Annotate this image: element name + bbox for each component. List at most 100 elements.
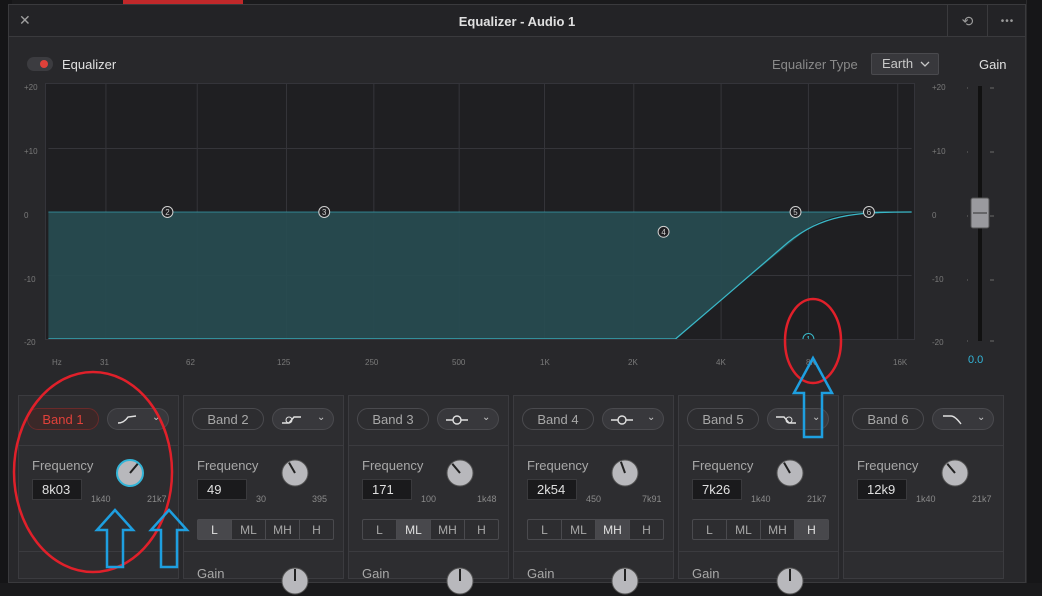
reset-button[interactable]: ⟲ (947, 5, 987, 37)
range-option-ml[interactable]: ML (232, 520, 266, 539)
range-option-h[interactable]: H (300, 520, 333, 539)
frequency-min-label: 30 (256, 494, 267, 504)
gain-knob[interactable] (610, 566, 640, 596)
y-axis-label-left: 0 (24, 211, 29, 220)
gain-fader[interactable] (967, 86, 994, 342)
chevron-down-icon: ⌄ (482, 412, 491, 423)
band-shape-select[interactable]: ⌄ (602, 408, 664, 430)
reset-icon: ⟲ (961, 12, 974, 29)
gain-knob[interactable] (280, 566, 310, 596)
band-range-selector[interactable]: L ML MH H (362, 519, 499, 540)
x-axis-label: 4K (716, 358, 726, 367)
eq-node-2[interactable]: 2 (161, 206, 174, 218)
range-option-mh[interactable]: MH (431, 520, 465, 539)
frequency-knob[interactable] (115, 458, 145, 488)
range-option-ml[interactable]: ML (397, 520, 431, 539)
frequency-input[interactable]: 8k03 (32, 479, 82, 500)
eq-graph[interactable]: 1 2 3 4 5 6 (45, 83, 915, 340)
chevron-down-icon: ⌄ (317, 412, 326, 423)
range-option-l[interactable]: L (528, 520, 562, 539)
window-title: Equalizer - Audio 1 (458, 14, 576, 29)
x-axis-label: 500 (452, 358, 466, 367)
range-option-h[interactable]: H (630, 520, 663, 539)
band-toggle-button[interactable]: Band 2 (192, 408, 264, 430)
band-header: Band 3 ⌄ (349, 396, 508, 446)
band-toggle-button[interactable]: Band 6 (852, 408, 924, 430)
gain-knob[interactable] (775, 566, 805, 596)
filter-shape-icon (282, 416, 301, 424)
frequency-knob[interactable] (445, 458, 475, 488)
y-axis-label-left: -20 (24, 338, 36, 347)
eq-node-5[interactable]: 5 (789, 206, 802, 218)
band-shape-select[interactable]: ⌄ (932, 408, 994, 430)
range-option-mh[interactable]: MH (761, 520, 795, 539)
range-option-mh[interactable]: MH (596, 520, 630, 539)
band-shape-select[interactable]: ⌄ (437, 408, 499, 430)
range-option-ml[interactable]: ML (727, 520, 761, 539)
band-shape-select[interactable]: ⌄ (272, 408, 334, 430)
frequency-input[interactable]: 49 (197, 479, 247, 500)
band-toggle-button[interactable]: Band 5 (687, 408, 759, 430)
equalizer-type-value: Earth (882, 56, 914, 71)
bands-panel: Band 1 ⌄ Frequency 8k03 1k40 21k7 Band 2 (18, 395, 1014, 595)
range-option-l[interactable]: L (693, 520, 727, 539)
band-range-selector[interactable]: L ML MH H (527, 519, 664, 540)
y-axis-label-right: +10 (932, 147, 946, 156)
filter-shape-icon (943, 415, 962, 425)
band-shape-select[interactable]: ⌄ (767, 408, 829, 430)
frequency-max-label: 21k7 (147, 494, 167, 504)
frequency-knob[interactable] (775, 458, 805, 488)
equalizer-toggle[interactable] (27, 57, 53, 71)
frequency-input[interactable]: 12k9 (857, 479, 907, 500)
gain-value: 0.0 (968, 354, 984, 366)
band-panel-5: Band 5 ⌄ Frequency 7k26 1k40 21k7 L ML MH H… (678, 395, 839, 595)
title-bar: ✕ Equalizer - Audio 1 ⟲ ••• (9, 5, 1025, 37)
gain-label: Gain (527, 566, 555, 581)
band-divider (844, 551, 1003, 552)
eq-node-3[interactable]: 3 (318, 206, 331, 218)
frequency-knob[interactable] (280, 458, 310, 488)
eq-node-label: 5 (793, 208, 798, 217)
y-axis-label-right: 0 (932, 211, 937, 220)
band-toggle-button[interactable]: Band 4 (522, 408, 594, 430)
more-icon: ••• (1000, 15, 1015, 27)
band-range-selector[interactable]: L ML MH H (197, 519, 334, 540)
range-option-h[interactable]: H (465, 520, 498, 539)
range-option-mh[interactable]: MH (266, 520, 300, 539)
band-range-selector[interactable]: L ML MH H (692, 519, 829, 540)
band-divider (679, 551, 838, 552)
y-axis-label-left: -10 (24, 275, 36, 284)
range-option-l[interactable]: L (198, 520, 232, 539)
range-option-ml[interactable]: ML (562, 520, 596, 539)
band-shape-select[interactable]: ⌄ (107, 408, 169, 430)
band-divider (349, 551, 508, 552)
eq-node-4[interactable]: 4 (657, 225, 670, 238)
band-toggle-button[interactable]: Band 3 (357, 408, 429, 430)
band-header: Band 1 ⌄ (19, 396, 178, 446)
eq-node-1[interactable]: 1 (802, 333, 815, 340)
frequency-knob[interactable] (940, 458, 970, 488)
equalizer-type-select[interactable]: Earth (871, 53, 939, 75)
x-axis-label: 2K (628, 358, 638, 367)
frequency-input[interactable]: 171 (362, 479, 412, 500)
frequency-input[interactable]: 2k54 (527, 479, 577, 500)
band-header: Band 2 ⌄ (184, 396, 343, 446)
frequency-label: Frequency (527, 458, 589, 473)
band-header: Band 4 ⌄ (514, 396, 673, 446)
frequency-knob[interactable] (610, 458, 640, 488)
equalizer-label: Equalizer (62, 57, 117, 72)
x-axis-label: 8K (806, 358, 816, 367)
gain-label: Gain (692, 566, 720, 581)
eq-node-6[interactable]: 6 (862, 206, 875, 218)
frequency-label: Frequency (857, 458, 919, 473)
frequency-input[interactable]: 7k26 (692, 479, 742, 500)
band-toggle-button[interactable]: Band 1 (27, 408, 99, 430)
range-option-l[interactable]: L (363, 520, 397, 539)
gain-knob[interactable] (445, 566, 475, 596)
frequency-label: Frequency (197, 458, 259, 473)
frequency-min-label: 100 (421, 494, 437, 504)
band-divider (184, 551, 343, 552)
more-options-button[interactable]: ••• (987, 5, 1027, 37)
range-option-h[interactable]: H (795, 520, 828, 539)
x-axis-label: 125 (277, 358, 291, 367)
